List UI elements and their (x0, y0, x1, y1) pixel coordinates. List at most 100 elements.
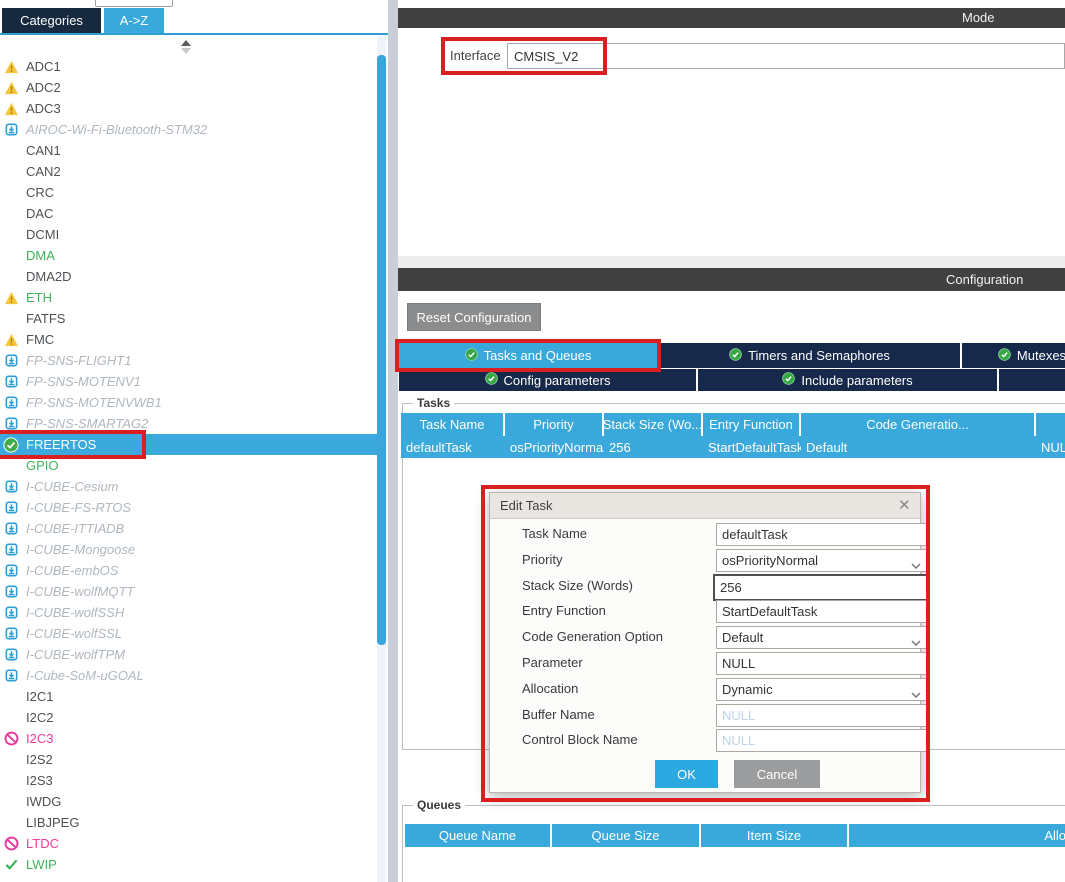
allocation-select[interactable]: Dynamic (716, 678, 927, 701)
column-header[interactable]: Queue Size (552, 824, 699, 847)
column-header[interactable]: Priority (505, 413, 602, 436)
sidebar-item-adc3[interactable]: ADC3 (0, 98, 377, 119)
sidebar-item-label: FP-SNS-SMARTAG2 (26, 416, 148, 431)
table-cell[interactable]: NULL (1036, 436, 1065, 458)
sidebar-item-dma2d[interactable]: DMA2D (0, 266, 377, 287)
sidebar-item-i-cube-embos[interactable]: I-CUBE-embOS (0, 560, 377, 581)
parameter-field[interactable]: NULL (716, 652, 927, 675)
download-icon (3, 353, 19, 369)
sidebar-item-gpio[interactable]: GPIO (0, 455, 377, 476)
column-header[interactable]: Item Size (701, 824, 847, 847)
pane-splitter[interactable] (388, 0, 398, 882)
sidebar-item-adc1[interactable]: ADC1 (0, 56, 377, 77)
sidebar-item-fatfs[interactable]: FATFS (0, 308, 377, 329)
chevron-down-icon (911, 557, 921, 572)
sidebar-item-dcmi[interactable]: DCMI (0, 224, 377, 245)
table-cell[interactable]: Default (801, 436, 1039, 458)
tab-include-parameters[interactable]: Include parameters (698, 369, 997, 391)
column-header[interactable]: Task Name (401, 413, 503, 436)
column-header[interactable]: Allocation (849, 824, 1065, 847)
table-cell[interactable]: defaultTask (401, 436, 508, 458)
control-block-name-field[interactable]: NULL (716, 729, 927, 752)
tab-timers-and-semaphores[interactable]: Timers and Semaphores (659, 343, 960, 368)
column-header[interactable]: Queue Name (405, 824, 550, 847)
sidebar-item-i2s3[interactable]: I2S3 (0, 770, 377, 791)
column-header[interactable] (1036, 413, 1065, 436)
sidebar-scrollbar-thumb[interactable] (377, 55, 386, 645)
sidebar-item-dma[interactable]: DMA (0, 245, 377, 266)
sidebar-item-i2c3[interactable]: I2C3 (0, 728, 377, 749)
column-header[interactable]: Code Generatio... (801, 413, 1034, 436)
column-header[interactable]: Stack Size (Wo... (604, 413, 701, 436)
sidebar-item-i2c1[interactable]: I2C1 (0, 686, 377, 707)
interface-combo[interactable]: CMSIS_V2 (507, 43, 1065, 69)
sidebar-item-can2[interactable]: CAN2 (0, 161, 377, 182)
sidebar-item-i-cube-wolftpm[interactable]: I-CUBE-wolfTPM (0, 644, 377, 665)
no-icon (3, 458, 19, 474)
sidebar-item-lwip[interactable]: LWIP (0, 854, 377, 875)
sidebar-item-label: I-CUBE-ITTIADB (26, 521, 124, 536)
check-badge-icon (782, 372, 795, 388)
sidebar-item-label: GPIO (26, 458, 59, 473)
column-header[interactable]: Entry Function (703, 413, 799, 436)
sidebar-item-can1[interactable]: CAN1 (0, 140, 377, 161)
table-cell[interactable]: StartDefaultTask (703, 436, 804, 458)
sidebar-item-label: I2C2 (26, 710, 53, 725)
code-generation-option-select[interactable]: Default (716, 626, 927, 649)
sidebar-item-fp-sns-smartag2[interactable]: FP-SNS-SMARTAG2 (0, 413, 377, 434)
sidebar-item-label: FATFS (26, 311, 65, 326)
sidebar-item-airoc-wi-fi-bluetooth-stm32[interactable]: AIROC-Wi-Fi-Bluetooth-STM32 (0, 119, 377, 140)
no-icon (3, 227, 19, 243)
sidebar-item-dac[interactable]: DAC (0, 203, 377, 224)
dialog-field-label: Parameter (522, 655, 583, 670)
entry-function-field[interactable]: StartDefaultTask (716, 600, 927, 623)
tab-tasks-and-queues[interactable]: Tasks and Queues (399, 343, 657, 368)
download-icon (3, 395, 19, 411)
cancel-button[interactable]: Cancel (734, 760, 820, 788)
tab-label: Config parameters (504, 373, 611, 388)
sidebar-item-fp-sns-motenvwb1[interactable]: FP-SNS-MOTENVWB1 (0, 392, 377, 413)
sidebar-item-freertos[interactable]: FREERTOS (0, 434, 377, 455)
sidebar-item-eth[interactable]: ETH (0, 287, 377, 308)
priority-select[interactable]: osPriorityNormal (716, 549, 927, 572)
warning-icon (3, 101, 19, 117)
sidebar-item-ltdc[interactable]: LTDC (0, 833, 377, 854)
reset-configuration-button[interactable]: Reset Configuration (407, 303, 541, 331)
tab-empty[interactable] (999, 369, 1065, 391)
tab-config-parameters[interactable]: Config parameters (399, 369, 696, 391)
no-icon (3, 794, 19, 810)
table-cell[interactable]: osPriorityNormal (505, 436, 607, 458)
sidebar-item-i2c2[interactable]: I2C2 (0, 707, 377, 728)
sidebar-item-fp-sns-flight1[interactable]: FP-SNS-FLIGHT1 (0, 350, 377, 371)
dialog-field-value: NULL (722, 656, 755, 671)
sidebar-item-libjpeg[interactable]: LIBJPEG (0, 812, 377, 833)
close-icon[interactable]: ✕ (898, 498, 911, 513)
sidebar-item-crc[interactable]: CRC (0, 182, 377, 203)
ok-button-label: OK (677, 767, 696, 782)
sidebar-item-i-cube-wolfmqtt[interactable]: I-CUBE-wolfMQTT (0, 581, 377, 602)
sidebar-item-i-cube-mongoose[interactable]: I-CUBE-Mongoose (0, 539, 377, 560)
ok-button[interactable]: OK (655, 760, 718, 788)
dialog-field-label: Priority (522, 552, 562, 567)
buffer-name-field[interactable]: NULL (716, 704, 927, 727)
sidebar-item-i-cube-wolfssl[interactable]: I-CUBE-wolfSSL (0, 623, 377, 644)
sidebar-item-i2s2[interactable]: I2S2 (0, 749, 377, 770)
sidebar-item-adc2[interactable]: ADC2 (0, 77, 377, 98)
table-cell[interactable]: 256 (604, 436, 706, 458)
warning-icon (3, 80, 19, 96)
edit-task-dialog-titlebar[interactable]: Edit Task (490, 493, 920, 519)
sidebar-item-iwdg[interactable]: IWDG (0, 791, 377, 812)
sidebar-item-i-cube-wolfssh[interactable]: I-CUBE-wolfSSH (0, 602, 377, 623)
dialog-field-value: NULL (722, 708, 755, 723)
dialog-field-label: Allocation (522, 681, 578, 696)
stack-size-words--field[interactable]: 256 (713, 574, 930, 601)
sidebar-item-i-cube-som-ugoal[interactable]: I-Cube-SoM-uGOAL (0, 665, 377, 686)
tab-mutexes[interactable]: Mutexes (962, 343, 1065, 368)
sidebar-item-i-cube-ittiadb[interactable]: I-CUBE-ITTIADB (0, 518, 377, 539)
sidebar-item-i-cube-cesium[interactable]: I-CUBE-Cesium (0, 476, 377, 497)
sidebar-item-i-cube-fs-rtos[interactable]: I-CUBE-FS-RTOS (0, 497, 377, 518)
sidebar-item-fmc[interactable]: FMC (0, 329, 377, 350)
sidebar-item-fp-sns-motenv1[interactable]: FP-SNS-MOTENV1 (0, 371, 377, 392)
download-icon (3, 563, 19, 579)
task-name-field[interactable]: defaultTask (716, 523, 927, 546)
